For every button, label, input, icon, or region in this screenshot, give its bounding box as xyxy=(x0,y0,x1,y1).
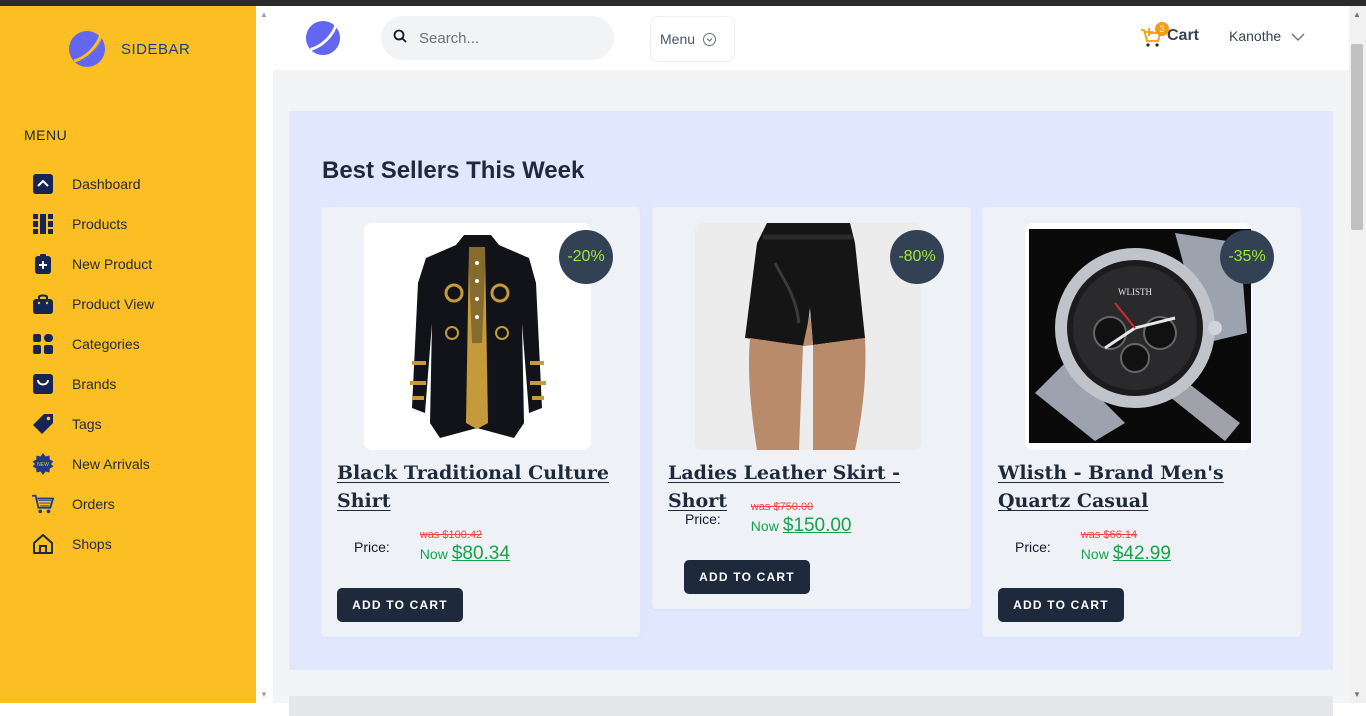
now-price-row: Now $42.99 xyxy=(1081,543,1171,565)
price-row: Price: was $100.42 Now $80.34 xyxy=(354,529,510,565)
brand-bag-icon xyxy=(32,373,54,395)
sidebar-item-dashboard[interactable]: Dashboard xyxy=(32,164,154,204)
add-to-cart-button[interactable]: ADD TO CART xyxy=(684,560,810,594)
sidebar-item-brands[interactable]: Brands xyxy=(32,364,154,404)
price-row: Price: was $750.00 Now $150.00 xyxy=(685,501,852,537)
sidebar-item-label: Orders xyxy=(72,496,115,512)
sidebar-item-label: Product View xyxy=(72,296,155,312)
add-to-cart-button[interactable]: ADD TO CART xyxy=(337,588,463,622)
scrollbar-thumb[interactable] xyxy=(1351,44,1363,230)
menu-dropdown-label: Menu xyxy=(660,31,696,47)
sidebar-item-label: Tags xyxy=(72,416,102,432)
cart-label: Cart xyxy=(1167,27,1200,44)
section-title: Best Sellers This Week xyxy=(322,157,585,184)
scroll-down-arrow-icon[interactable]: ▼ xyxy=(1353,690,1361,699)
was-price: was $750.00 xyxy=(750,501,814,513)
price-label: Price: xyxy=(1015,539,1051,555)
product-title-link[interactable]: Wlisth - Brand Men's Quartz Casual xyxy=(998,459,1288,515)
sidebar-item-products[interactable]: Products xyxy=(32,204,154,244)
menu-dropdown-button[interactable]: Menu xyxy=(650,16,735,62)
discount-badge: -80% xyxy=(890,230,944,284)
sidebar-item-new-product[interactable]: New Product xyxy=(32,244,154,284)
price-values: was $66.14 Now $42.99 xyxy=(1081,529,1171,565)
sidebar-brand-label: SIDEBAR xyxy=(121,40,191,58)
was-price: was $66.14 xyxy=(1080,529,1138,541)
user-menu[interactable]: Kanothe xyxy=(1229,28,1305,44)
chevron-down-circle-icon xyxy=(703,32,717,46)
now-price: $150.00 xyxy=(782,515,852,536)
logo-icon xyxy=(68,30,106,68)
now-label: Now xyxy=(419,546,448,562)
sidebar-item-label: New Product xyxy=(72,256,153,272)
header-logo-icon[interactable] xyxy=(305,20,341,56)
sidebar-item-label: Brands xyxy=(72,376,117,392)
sidebar-item-label: Products xyxy=(72,216,128,232)
categories-icon xyxy=(32,333,54,355)
home-icon xyxy=(32,533,54,555)
sidebar-item-orders[interactable]: Orders xyxy=(32,484,154,524)
price-row: Price: was $66.14 Now $42.99 xyxy=(1015,529,1171,565)
sidebar-item-tags[interactable]: Tags xyxy=(32,404,154,444)
now-label: Now xyxy=(1080,546,1109,562)
main-content: Best Sellers This Week -20% Black Tradit… xyxy=(273,70,1349,716)
product-card: -20% Black Traditional Culture Shirt Pri… xyxy=(321,207,640,637)
bag-icon xyxy=(32,293,54,315)
discount-badge: -20% xyxy=(559,230,613,284)
sidebar-item-new-arrivals[interactable]: NEW New Arrivals xyxy=(32,444,154,484)
menu-heading: MENU xyxy=(24,127,68,143)
grid-icon xyxy=(32,213,54,235)
best-sellers-section: Best Sellers This Week -20% Black Tradit… xyxy=(289,111,1333,670)
sidebar-item-label: Dashboard xyxy=(72,176,141,192)
clipboard-plus-icon xyxy=(32,253,54,275)
page-scrollbar[interactable]: ▲ ▼ xyxy=(1349,6,1366,703)
top-header: Menu 3 Cart Kanothe xyxy=(273,6,1349,70)
sidebar-item-label: New Arrivals xyxy=(72,456,150,472)
tag-icon xyxy=(32,413,54,435)
search-box xyxy=(381,16,614,60)
now-price: $80.34 xyxy=(451,543,510,564)
product-image-shirt[interactable] xyxy=(364,223,591,450)
chevron-down-icon xyxy=(1291,28,1305,44)
shopping-cart-icon xyxy=(32,493,54,515)
sidebar-scrollbar[interactable]: ▲ ▼ xyxy=(256,6,273,703)
sidebar-nav: Dashboard Products New Product Product V… xyxy=(32,164,154,564)
svg-text:WLISTH: WLISTH xyxy=(1118,287,1152,297)
user-name: Kanothe xyxy=(1229,28,1282,44)
sidebar-item-label: Categories xyxy=(72,336,140,352)
cart-icon: 3 xyxy=(1141,22,1169,48)
sidebar-item-shops[interactable]: Shops xyxy=(32,524,154,564)
cart-count-badge: 3 xyxy=(1155,22,1169,36)
sidebar-item-product-view[interactable]: Product View xyxy=(32,284,154,324)
was-price: was $100.42 xyxy=(419,529,483,541)
now-label: Now xyxy=(750,518,779,534)
sidebar-brand[interactable]: SIDEBAR xyxy=(68,30,190,68)
svg-text:NEW: NEW xyxy=(37,462,49,468)
price-values: was $750.00 Now $150.00 xyxy=(751,501,852,537)
scroll-up-arrow-icon[interactable]: ▲ xyxy=(1353,10,1361,19)
product-card: WLISTH -35% Wlisth - Brand Men's Quartz … xyxy=(982,207,1301,637)
chevron-up-square-icon xyxy=(32,173,54,195)
scroll-down-arrow-icon[interactable]: ▼ xyxy=(260,690,268,699)
discount-badge: -35% xyxy=(1220,230,1274,284)
price-label: Price: xyxy=(354,539,390,555)
price-label: Price: xyxy=(685,511,721,527)
product-image-skirt[interactable] xyxy=(695,223,922,450)
sidebar: SIDEBAR MENU Dashboard Products New Prod… xyxy=(0,6,256,703)
product-title-link[interactable]: Black Traditional Culture Shirt xyxy=(337,459,627,515)
add-to-cart-button[interactable]: ADD TO CART xyxy=(998,588,1124,622)
search-input[interactable] xyxy=(419,29,599,47)
sidebar-item-categories[interactable]: Categories xyxy=(32,324,154,364)
now-price: $42.99 xyxy=(1112,543,1171,564)
new-badge-icon: NEW xyxy=(32,453,54,475)
next-section xyxy=(289,696,1333,716)
product-image-watch[interactable]: WLISTH xyxy=(1025,223,1252,450)
cart-button[interactable]: 3 Cart xyxy=(1141,22,1200,48)
sidebar-item-label: Shops xyxy=(72,536,112,552)
product-card: -80% Ladies Leather Skirt - Short Price:… xyxy=(652,207,971,609)
now-price-row: Now $80.34 xyxy=(420,543,510,565)
price-values: was $100.42 Now $80.34 xyxy=(420,529,510,565)
search-icon xyxy=(393,29,407,48)
now-price-row: Now $150.00 xyxy=(751,515,852,537)
scroll-up-arrow-icon[interactable]: ▲ xyxy=(260,10,268,19)
